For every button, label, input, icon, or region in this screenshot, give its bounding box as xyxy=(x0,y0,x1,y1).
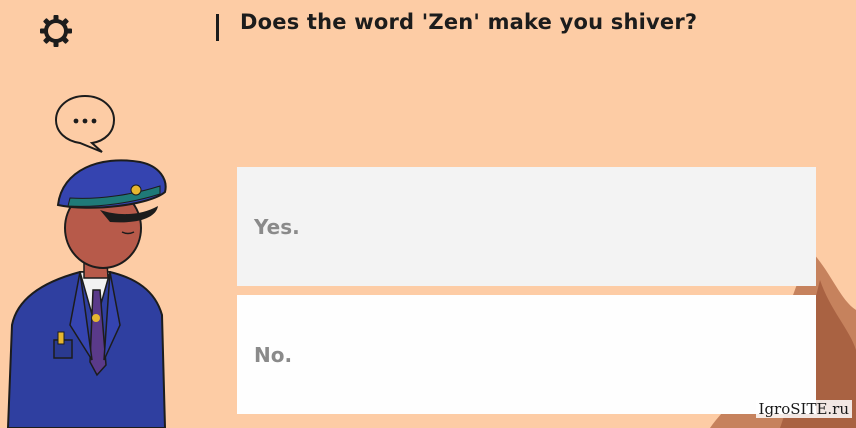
answer-no-button[interactable]: No. xyxy=(237,295,816,414)
answer-yes-button[interactable]: Yes. xyxy=(237,167,816,286)
answer-yes-label: Yes. xyxy=(254,214,300,239)
dialog-question: Does the word 'Zen' make you shiver? xyxy=(240,10,698,34)
speech-bubble-icon xyxy=(54,94,116,153)
settings-button[interactable] xyxy=(38,13,74,49)
answer-no-label: No. xyxy=(254,342,293,367)
conductor-character xyxy=(6,159,167,428)
watermark: IgroSITE.ru xyxy=(755,400,852,418)
question-divider xyxy=(216,14,219,41)
gear-icon xyxy=(40,15,72,47)
